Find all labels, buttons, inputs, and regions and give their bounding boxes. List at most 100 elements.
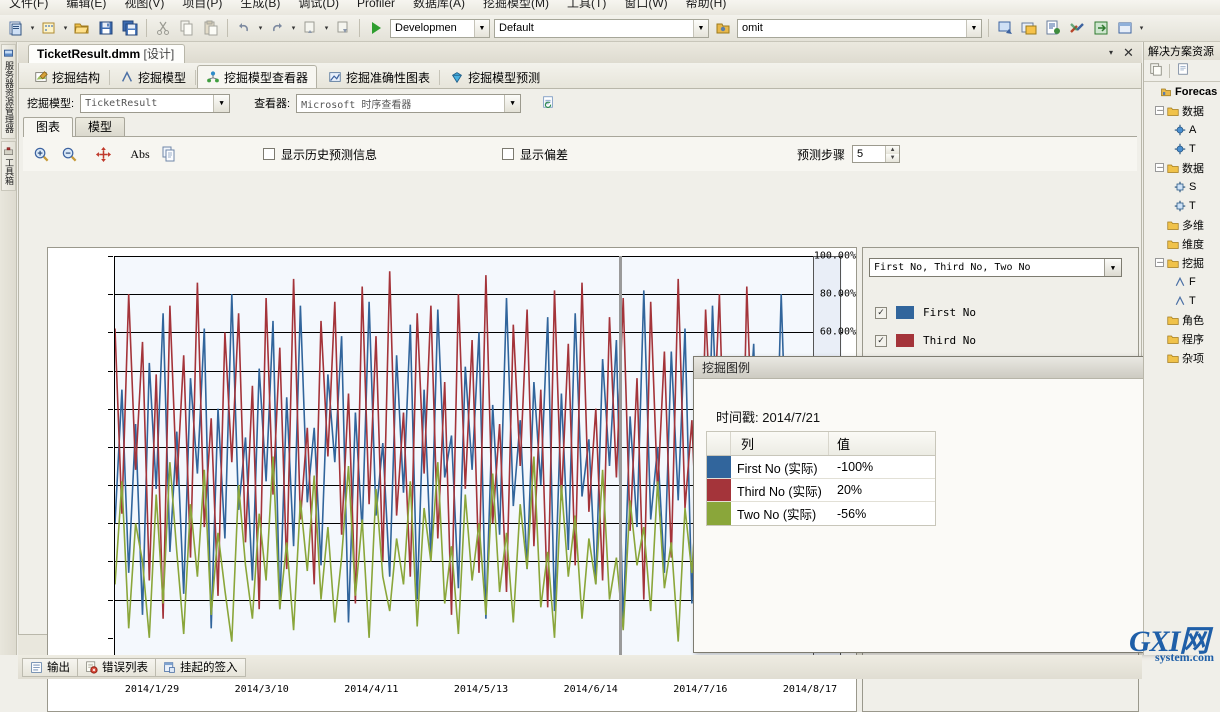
- process-icon[interactable]: [1018, 17, 1040, 39]
- table-row[interactable]: Two No (实际) -56%: [707, 502, 935, 525]
- menu-item-help[interactable]: 帮助(H): [677, 0, 736, 11]
- project-combo[interactable]: omit ▼: [737, 18, 982, 38]
- tab-mining-structure[interactable]: 挖掘结构: [25, 65, 111, 88]
- tree-node-多维[interactable]: 多维: [1144, 215, 1220, 234]
- tree-expander[interactable]: －: [1155, 106, 1164, 115]
- tree-node-A[interactable]: A: [1144, 120, 1220, 139]
- zoom-in-icon[interactable]: [29, 142, 53, 166]
- toolbar-overflow-icon[interactable]: ▾: [1137, 17, 1146, 39]
- legend-item-third-no[interactable]: ✓ Third No: [875, 334, 976, 347]
- redo-dropdown-icon[interactable]: ▾: [289, 17, 298, 39]
- stepper-buttons[interactable]: ▲ ▼: [885, 146, 900, 162]
- chart-cursor-line[interactable]: [619, 256, 622, 675]
- new-item-dropdown-icon[interactable]: ▾: [28, 17, 37, 39]
- stepper-up-icon[interactable]: ▲: [886, 146, 900, 154]
- tree-node-T[interactable]: T: [1144, 139, 1220, 158]
- abs-button[interactable]: Abs: [127, 142, 153, 166]
- tab-mining-model-prediction[interactable]: 挖掘模型预测: [441, 65, 549, 88]
- new-folder-icon[interactable]: [38, 17, 60, 39]
- undo-dropdown-icon[interactable]: ▾: [256, 17, 265, 39]
- checkbox-box[interactable]: [263, 148, 275, 160]
- tree-node-杂项[interactable]: 杂项: [1144, 348, 1220, 367]
- chevron-down-icon[interactable]: ▼: [213, 94, 230, 112]
- menu-item-profiler[interactable]: Profiler: [348, 0, 404, 11]
- table-row[interactable]: First No (实际) -100%: [707, 456, 935, 479]
- legend-item-first-no[interactable]: ✓ First No: [875, 306, 976, 319]
- chevron-down-icon[interactable]: ▼: [966, 19, 981, 37]
- legend-checkbox[interactable]: ✓: [875, 306, 887, 319]
- dialog-title-bar[interactable]: 挖掘图例 ✕: [694, 357, 1191, 379]
- show-all-files-icon[interactable]: [1176, 62, 1190, 79]
- mining-model-combo[interactable]: TicketResult ▼: [80, 93, 231, 113]
- viewer-combo[interactable]: Microsoft 时序查看器 ▼: [296, 93, 522, 113]
- save-all-icon[interactable]: [119, 17, 141, 39]
- script-icon[interactable]: [1042, 17, 1064, 39]
- menu-item-mining-model[interactable]: 挖掘模型(M): [474, 0, 558, 11]
- menu-item-database[interactable]: 数据库(A): [404, 0, 474, 11]
- tree-node-S[interactable]: S: [1144, 177, 1220, 196]
- window-icon[interactable]: [1114, 17, 1136, 39]
- start-debug-icon[interactable]: [365, 17, 387, 39]
- new-folder-dropdown-icon[interactable]: ▾: [61, 17, 70, 39]
- tree-node-T[interactable]: T: [1144, 196, 1220, 215]
- stepper-down-icon[interactable]: ▼: [886, 154, 900, 162]
- prediction-steps-value[interactable]: 5: [853, 148, 885, 160]
- solution-configuration-combo[interactable]: Developmen ▼: [390, 18, 490, 38]
- properties-icon[interactable]: [1149, 62, 1163, 79]
- tree-node-角色[interactable]: 角色: [1144, 310, 1220, 329]
- tree-node-挖掘[interactable]: － 挖掘: [1144, 253, 1220, 272]
- chevron-down-icon[interactable]: ▼: [1104, 259, 1121, 276]
- legend-checkbox[interactable]: ✓: [875, 334, 887, 347]
- menu-item-edit[interactable]: 编辑(E): [57, 0, 115, 11]
- menu-item-tools[interactable]: 工具(T): [558, 0, 615, 11]
- left-dock-tab-server-explorer[interactable]: 服务器资源管理器: [1, 44, 16, 139]
- menu-item-build[interactable]: 生成(B): [231, 0, 289, 11]
- tab-mining-model[interactable]: 挖掘模型: [111, 65, 197, 88]
- refresh-icon[interactable]: [541, 95, 555, 112]
- tree-node-root[interactable]: Forecas: [1144, 82, 1220, 101]
- run-icon[interactable]: [1090, 17, 1112, 39]
- new-item-icon[interactable]: [5, 17, 27, 39]
- chevron-down-icon[interactable]: ▼: [504, 94, 521, 112]
- sub-tab-chart[interactable]: 图表: [23, 117, 74, 137]
- bottom-tab-output[interactable]: 输出: [22, 657, 78, 677]
- solution-platform-combo[interactable]: Default ▼: [494, 18, 709, 38]
- open-folder-icon[interactable]: [71, 17, 93, 39]
- bottom-tab-pending-checkin[interactable]: 挂起的签入: [155, 657, 246, 677]
- bottom-tab-error-list[interactable]: 错误列表: [77, 657, 156, 677]
- tree-node-数据[interactable]: － 数据: [1144, 101, 1220, 120]
- prediction-steps-stepper[interactable]: 5 ▲ ▼: [852, 145, 901, 163]
- copy-chart-icon[interactable]: [157, 142, 181, 166]
- tree-expander[interactable]: －: [1155, 258, 1164, 267]
- checkbox-box[interactable]: [502, 148, 515, 160]
- save-icon[interactable]: [95, 17, 117, 39]
- menu-item-file[interactable]: 文件(F): [0, 0, 57, 11]
- redo-icon[interactable]: [266, 17, 288, 39]
- sub-tab-model[interactable]: 模型: [75, 117, 126, 136]
- tree-node-T[interactable]: T: [1144, 291, 1220, 310]
- tree-node-维度[interactable]: 维度: [1144, 234, 1220, 253]
- series-selector-combo[interactable]: First No, Third No, Two No ▼: [869, 258, 1122, 277]
- close-icon[interactable]: ✕: [1121, 45, 1136, 60]
- tree-node-F[interactable]: F: [1144, 272, 1220, 291]
- menu-item-project[interactable]: 项目(P): [173, 0, 231, 11]
- menu-item-window[interactable]: 窗口(W): [615, 0, 676, 11]
- document-tab-list-icon[interactable]: ▾: [1104, 45, 1118, 60]
- tab-mining-model-viewer[interactable]: 挖掘模型查看器: [197, 65, 318, 88]
- document-tab-ticketresult[interactable]: TicketResult.dmm [设计]: [28, 44, 186, 63]
- tree-expander[interactable]: －: [1155, 163, 1164, 172]
- table-row[interactable]: Third No (实际) 20%: [707, 479, 935, 502]
- deploy-icon[interactable]: [994, 17, 1016, 39]
- show-history-checkbox[interactable]: 显示历史预测信息: [263, 146, 377, 163]
- menu-item-debug[interactable]: 调试(D): [289, 0, 348, 11]
- solution-explorer-tree[interactable]: Forecas －数据 A T －数据 S T 多维 维度－挖掘 F T 角色 程序 杂项: [1144, 82, 1220, 367]
- show-deviation-checkbox[interactable]: 显示偏差: [502, 146, 568, 163]
- undo-icon[interactable]: [233, 17, 255, 39]
- tab-mining-accuracy-chart[interactable]: 挖掘准确性图表: [319, 65, 441, 88]
- tree-node-程序[interactable]: 程序: [1144, 329, 1220, 348]
- mining-legend-dialog[interactable]: 挖掘图例 ✕ 时间戳: 2014/7/21 列 值 First No (实际) …: [693, 356, 1192, 653]
- tools-icon[interactable]: [1066, 17, 1088, 39]
- chevron-down-icon[interactable]: ▼: [693, 19, 708, 37]
- left-dock-tab-toolbox[interactable]: 工具箱: [1, 141, 16, 191]
- fit-to-screen-icon[interactable]: [91, 142, 115, 166]
